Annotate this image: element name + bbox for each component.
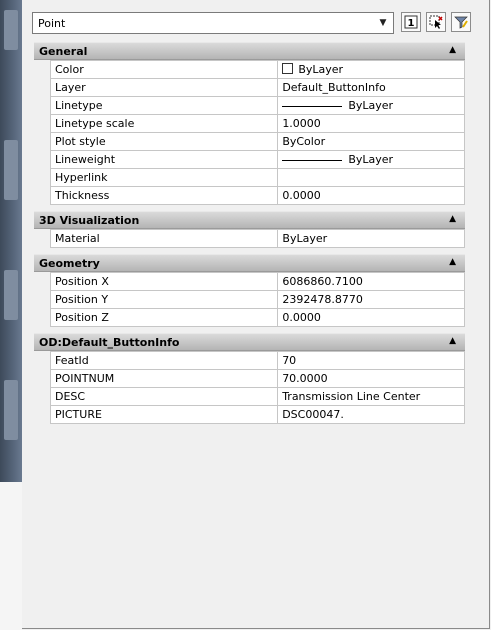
property-value[interactable]: 1.0000 xyxy=(277,114,465,133)
property-value: ByLayer xyxy=(348,99,394,112)
property-value[interactable]: ByLayer xyxy=(277,229,465,248)
background-blank-area xyxy=(0,482,22,630)
table-row[interactable]: Color ByLayer xyxy=(49,60,465,79)
property-value[interactable] xyxy=(277,168,465,187)
property-name: DESC xyxy=(49,387,279,406)
property-value-cell[interactable]: ByLayer xyxy=(277,96,465,115)
table-row[interactable]: POINTNUM 70.0000 xyxy=(49,369,465,388)
quick-select-icon: 1 xyxy=(404,15,418,29)
section-title: OD:Default_ButtonInfo xyxy=(39,336,180,349)
table-row[interactable]: Hyperlink xyxy=(49,168,465,187)
property-name: Position Z xyxy=(49,308,279,327)
object-data-properties-table: FeatId 70 POINTNUM 70.0000 DESC Transmis… xyxy=(49,351,465,424)
quick-select-button[interactable]: 1 xyxy=(401,12,421,32)
select-objects-icon xyxy=(429,15,443,29)
filter-button[interactable] xyxy=(451,12,471,32)
property-name: Thickness xyxy=(49,186,279,205)
table-row[interactable]: Position X 6086860.7100 xyxy=(49,272,465,291)
table-row[interactable]: Material ByLayer xyxy=(49,229,465,248)
quick-select-label: 1 xyxy=(408,18,415,29)
section-header-object-data[interactable]: OD:Default_ButtonInfo ▲ xyxy=(34,333,465,351)
property-name: FeatId xyxy=(49,351,279,370)
property-value[interactable]: Default_ButtonInfo xyxy=(277,78,465,97)
property-value[interactable]: 0.0000 xyxy=(277,308,465,327)
section-title: Geometry xyxy=(39,257,100,270)
property-value[interactable]: 70.0000 xyxy=(277,369,465,388)
table-row[interactable]: Linetype ByLayer xyxy=(49,96,465,115)
properties-sections: General ▲ Color ByLayer Layer Default_Bu… xyxy=(34,42,465,424)
table-row[interactable]: Layer Default_ButtonInfo xyxy=(49,78,465,97)
background-segment xyxy=(4,10,18,50)
table-row[interactable]: PICTURE DSC00047. xyxy=(49,405,465,424)
collapse-icon[interactable]: ▲ xyxy=(449,336,456,346)
table-row[interactable]: Thickness 0.0000 xyxy=(49,186,465,205)
property-value[interactable]: Transmission Line Center xyxy=(277,387,465,406)
section-title: 3D Visualization xyxy=(39,214,140,227)
table-row[interactable]: FeatId 70 xyxy=(49,351,465,370)
property-name: Position X xyxy=(49,272,279,291)
property-name: PICTURE xyxy=(49,405,279,424)
background-segment xyxy=(4,270,18,320)
section-header-3d-visualization[interactable]: 3D Visualization ▲ xyxy=(34,211,465,229)
object-type-value: Point xyxy=(38,17,66,30)
background-segment xyxy=(4,380,18,440)
property-value[interactable]: DSC00047. xyxy=(277,405,465,424)
property-name: Layer xyxy=(49,78,279,97)
property-name: Lineweight xyxy=(49,150,279,169)
property-value[interactable]: 6086860.7100 xyxy=(277,272,465,291)
visualization-properties-table: Material ByLayer xyxy=(49,229,465,248)
table-row[interactable]: Position Y 2392478.8770 xyxy=(49,290,465,309)
linetype-sample-icon xyxy=(282,105,343,107)
filter-icon xyxy=(454,16,468,29)
section-title: General xyxy=(39,45,88,58)
chevron-down-icon: ▼ xyxy=(379,18,387,28)
property-value: ByLayer xyxy=(348,153,394,166)
table-row[interactable]: Plot style ByColor xyxy=(49,132,465,151)
table-row[interactable]: Linetype scale 1.0000 xyxy=(49,114,465,133)
property-value[interactable]: ByColor xyxy=(277,132,465,151)
property-name: Linetype scale xyxy=(49,114,279,133)
object-type-select[interactable]: Point ▼ xyxy=(32,12,394,34)
collapse-icon[interactable]: ▲ xyxy=(449,257,456,267)
background-segment xyxy=(4,140,18,200)
property-value[interactable]: 70 xyxy=(277,351,465,370)
lineweight-sample-icon xyxy=(282,159,343,161)
table-row[interactable]: Lineweight ByLayer xyxy=(49,150,465,169)
property-name: Position Y xyxy=(49,290,279,309)
section-header-geometry[interactable]: Geometry ▲ xyxy=(34,254,465,272)
general-properties-table: Color ByLayer Layer Default_ButtonInfo L… xyxy=(49,60,465,205)
section-header-general[interactable]: General ▲ xyxy=(34,42,465,60)
select-objects-button[interactable] xyxy=(426,12,446,32)
property-value-cell[interactable]: ByLayer xyxy=(277,150,465,169)
property-value-cell[interactable]: ByLayer xyxy=(277,60,465,79)
properties-toolbar: Point ▼ 1 xyxy=(32,12,482,36)
property-name: Linetype xyxy=(49,96,279,115)
background-window-strip xyxy=(0,0,22,630)
property-name: Color xyxy=(49,60,279,79)
collapse-icon[interactable]: ▲ xyxy=(449,45,456,55)
property-name: Plot style xyxy=(49,132,279,151)
property-name: Material xyxy=(49,229,279,248)
properties-palette: Point ▼ 1 General ▲ Color ByLayer Layer … xyxy=(22,0,490,629)
property-value: ByLayer xyxy=(298,63,344,76)
geometry-properties-table: Position X 6086860.7100 Position Y 23924… xyxy=(49,272,465,327)
property-name: Hyperlink xyxy=(49,168,279,187)
table-row[interactable]: Position Z 0.0000 xyxy=(49,308,465,327)
property-name: POINTNUM xyxy=(49,369,279,388)
table-row[interactable]: DESC Transmission Line Center xyxy=(49,387,465,406)
property-value[interactable]: 0.0000 xyxy=(277,186,465,205)
collapse-icon[interactable]: ▲ xyxy=(449,214,456,224)
property-value[interactable]: 2392478.8770 xyxy=(277,290,465,309)
color-swatch-icon xyxy=(282,63,294,74)
